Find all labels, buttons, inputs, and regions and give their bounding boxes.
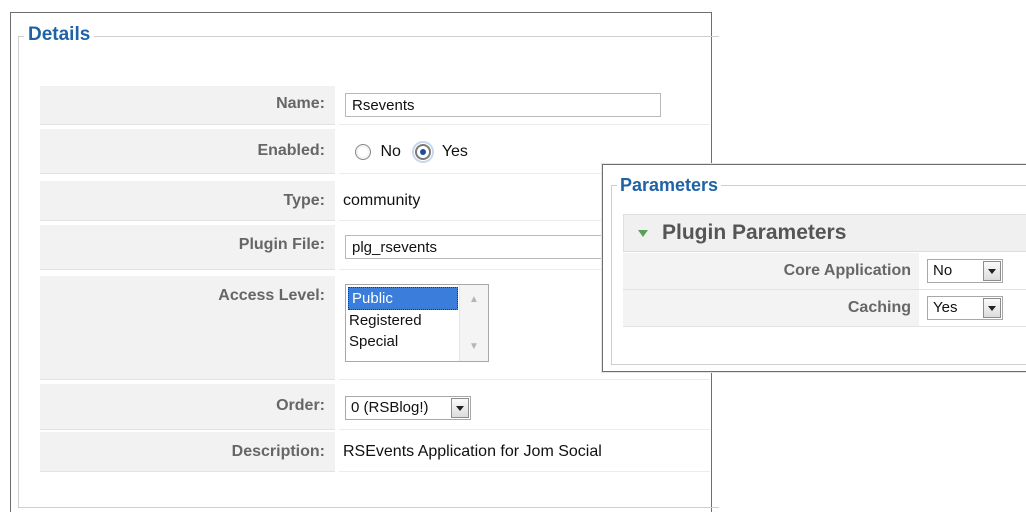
enabled-no-radio[interactable] bbox=[355, 143, 371, 160]
access-level-label: Access Level: bbox=[40, 276, 335, 380]
enabled-yes-radio[interactable] bbox=[412, 140, 435, 163]
caching-value: Yes bbox=[933, 299, 958, 316]
description-value: RSEvents Application for Jom Social bbox=[343, 443, 602, 460]
description-row: Description: RSEvents Application for Jo… bbox=[40, 432, 710, 472]
core-application-dropdown-icon[interactable] bbox=[983, 261, 1001, 281]
access-option-registered[interactable]: Registered bbox=[346, 310, 458, 331]
name-field[interactable]: Rsevents bbox=[345, 93, 661, 117]
type-label: Type: bbox=[40, 181, 335, 221]
access-level-listbox[interactable]: Public Registered Special ▲ ▼ bbox=[345, 284, 489, 362]
scroll-up-icon[interactable]: ▲ bbox=[469, 289, 479, 310]
core-application-row: Core Application No bbox=[623, 253, 1026, 290]
parameters-legend: Parameters bbox=[617, 173, 722, 197]
access-option-special[interactable]: Special bbox=[346, 331, 458, 352]
order-label: Order: bbox=[40, 384, 335, 430]
plugin-parameters-title: Plugin Parameters bbox=[662, 221, 847, 244]
parameters-panel: Parameters Plugin Parameters Core Applic… bbox=[602, 164, 1026, 372]
order-row: Order: 0 (RSBlog!) bbox=[40, 384, 710, 430]
caching-row: Caching Yes bbox=[623, 290, 1026, 327]
caching-label: Caching bbox=[623, 290, 919, 326]
plugin-parameters-header[interactable]: Plugin Parameters bbox=[623, 214, 1026, 252]
expand-arrow-icon bbox=[638, 230, 648, 237]
caching-select[interactable]: Yes bbox=[927, 296, 1003, 320]
scroll-down-icon[interactable]: ▼ bbox=[469, 336, 479, 357]
description-label: Description: bbox=[40, 432, 335, 472]
caching-dropdown-icon[interactable] bbox=[983, 298, 1001, 318]
order-value: 0 (RSBlog!) bbox=[351, 399, 429, 416]
enabled-no-label: No bbox=[380, 143, 401, 160]
access-option-public[interactable]: Public bbox=[348, 287, 458, 310]
core-application-value: No bbox=[933, 262, 953, 279]
details-legend: Details bbox=[24, 23, 95, 47]
enabled-yes-label: Yes bbox=[441, 143, 468, 160]
order-dropdown-icon[interactable] bbox=[451, 398, 469, 418]
order-select[interactable]: 0 (RSBlog!) bbox=[345, 396, 471, 420]
plugin-file-label: Plugin File: bbox=[40, 225, 335, 270]
core-application-label: Core Application bbox=[623, 253, 919, 289]
core-application-select[interactable]: No bbox=[927, 259, 1003, 283]
enabled-label: Enabled: bbox=[40, 129, 335, 174]
name-label: Name: bbox=[40, 86, 335, 125]
listbox-scrollbar[interactable]: ▲ ▼ bbox=[459, 285, 488, 361]
name-row: Name: Rsevents bbox=[40, 86, 710, 125]
type-value: community bbox=[343, 192, 421, 209]
